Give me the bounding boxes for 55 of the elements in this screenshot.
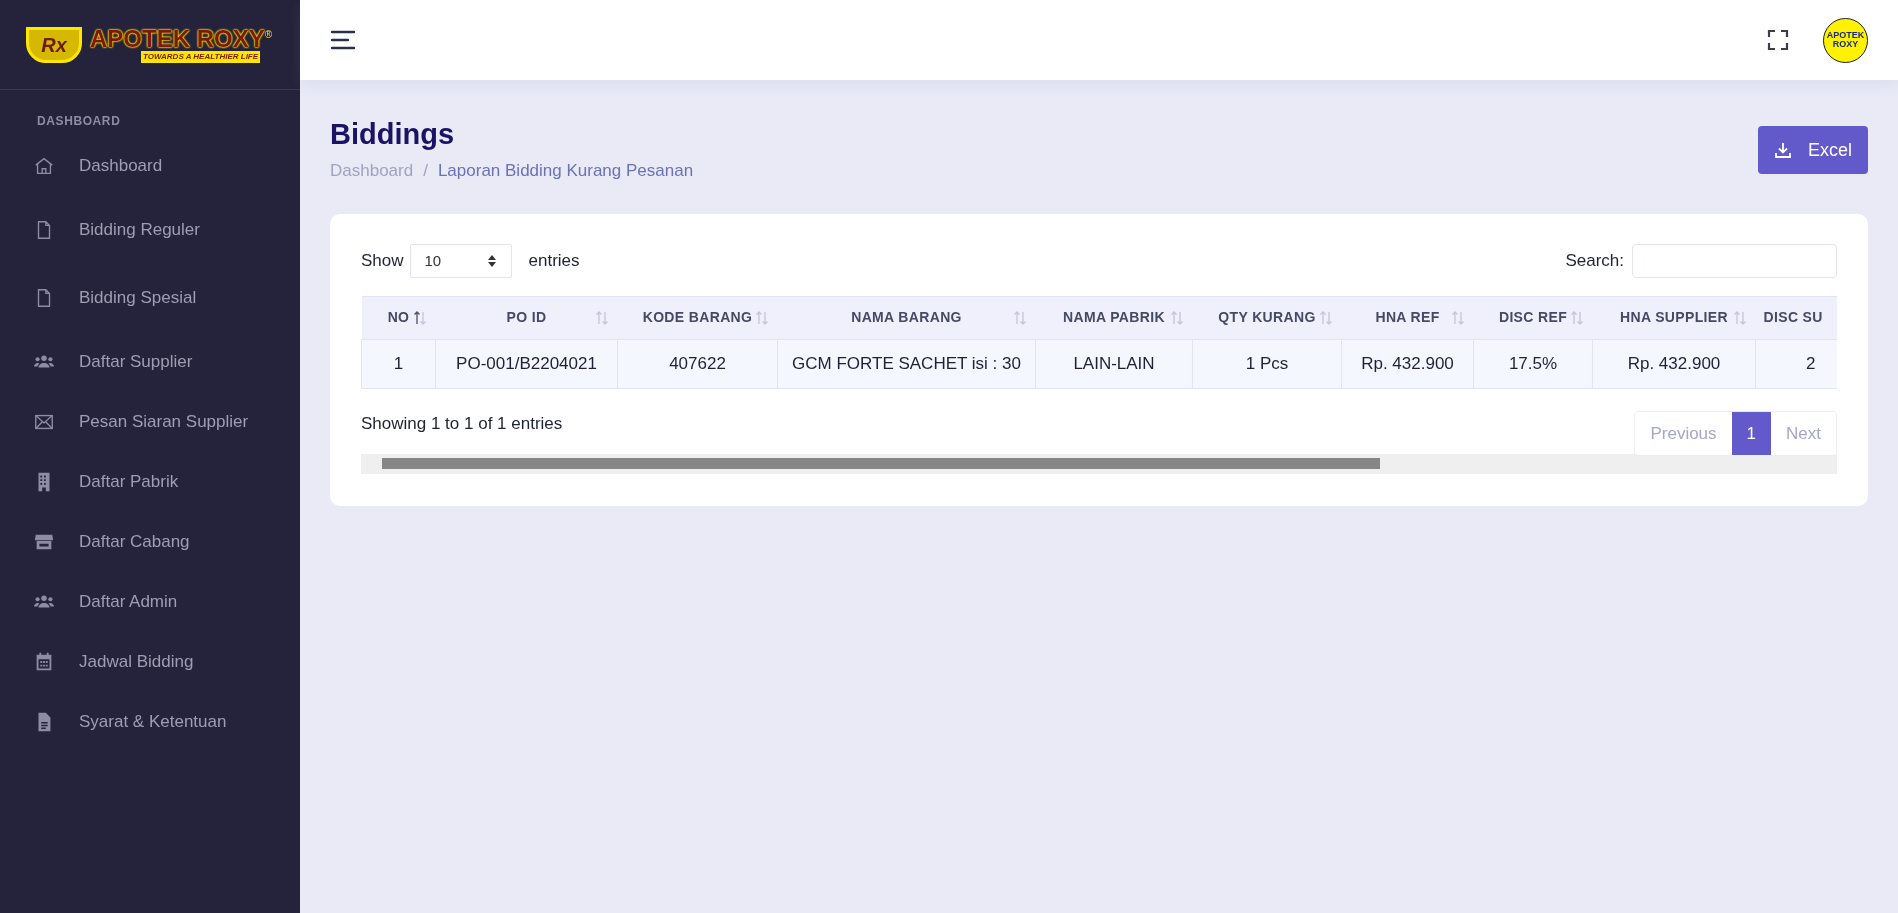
sidebar-item[interactable]: Bidding Spesial	[0, 264, 300, 332]
column-header[interactable]: PO ID	[435, 296, 618, 340]
avatar[interactable]: APOTEK ROXY	[1823, 17, 1868, 63]
column-header[interactable]: NAMA PABRIK	[1035, 296, 1193, 340]
table-cell: Rp. 432.900	[1341, 339, 1474, 389]
table-cell: PO-001/B2204021	[435, 339, 618, 389]
column-header[interactable]: NAMA BARANG	[777, 296, 1036, 340]
pagination-button[interactable]: 1	[1731, 411, 1772, 455]
download-icon	[1774, 141, 1792, 159]
column-header[interactable]: DISC REF	[1473, 296, 1593, 340]
show-label: Show	[361, 250, 404, 272]
breadcrumb-separator: /	[423, 160, 428, 183]
menu-icon[interactable]	[330, 29, 356, 51]
entries-info: Showing 1 to 1 of 1 entries	[361, 412, 563, 435]
table-cell: LAIN-LAIN	[1035, 339, 1193, 389]
scrollbar-thumb[interactable]	[382, 458, 1380, 470]
avatar-text: ROXY	[1832, 40, 1859, 49]
sidebar-item[interactable]: Syarat & Ketentuan	[0, 692, 300, 752]
sidebar-item[interactable]: Daftar Admin	[0, 572, 300, 632]
table-cell: 1 Pcs	[1192, 339, 1342, 389]
logo-name: APOTEK ROXY	[90, 26, 265, 51]
column-header[interactable]: DISC SU	[1755, 296, 1837, 340]
column-header[interactable]: NO	[361, 296, 436, 340]
column-header[interactable]: KODE BARANG	[617, 296, 778, 340]
home-icon	[33, 155, 55, 177]
page-size-select[interactable]: 10	[409, 243, 512, 278]
column-header[interactable]: QTY KURANG	[1192, 296, 1342, 340]
search-field[interactable]	[1632, 243, 1837, 278]
sidebar-item[interactable]: Dashboard	[0, 136, 300, 196]
table-cell: Rp. 432.900	[1592, 339, 1756, 389]
page-title: Biddings	[330, 117, 456, 152]
table-cell: GCM FORTE SACHET isi : 30	[777, 339, 1036, 389]
sidebar-item[interactable]: Daftar Supplier	[0, 332, 300, 392]
breadcrumb-current: Laporan Bidding Kurang Pesanan	[437, 160, 694, 183]
horizontal-scrollbar[interactable]	[361, 453, 1837, 474]
table-cell: 17.5%	[1473, 339, 1593, 389]
sidebar-item[interactable]: Bidding Reguler	[0, 196, 300, 264]
column-header[interactable]: HNA SUPPLIER	[1592, 296, 1756, 340]
fullscreen-icon[interactable]	[1767, 29, 1789, 51]
sidebar-item[interactable]: Daftar Pabrik	[0, 452, 300, 512]
avatar-text: APOTEK	[1826, 31, 1865, 40]
search-label: Search:	[1565, 250, 1624, 272]
sidebar-item[interactable]: Pesan Siaran Supplier	[0, 392, 300, 452]
logo-badge: Rx	[26, 26, 82, 63]
sidebar-item[interactable]: Jadwal Bidding	[0, 632, 300, 692]
entries-label: entries	[528, 250, 580, 272]
registered-mark: ®	[264, 27, 273, 40]
sidebar-section-label: DASHBOARD	[36, 113, 122, 130]
excel-button[interactable]: Excel	[1758, 126, 1868, 174]
logo-tagline: TOWARDS A HEALTHIER LIFE	[140, 50, 261, 63]
sort-caret-icon	[486, 253, 497, 268]
table-cell: 407622	[617, 339, 778, 389]
column-header[interactable]: HNA REF	[1341, 296, 1474, 340]
sidebar-item[interactable]: Daftar Cabang	[0, 512, 300, 572]
table-cell: 1	[361, 339, 436, 389]
